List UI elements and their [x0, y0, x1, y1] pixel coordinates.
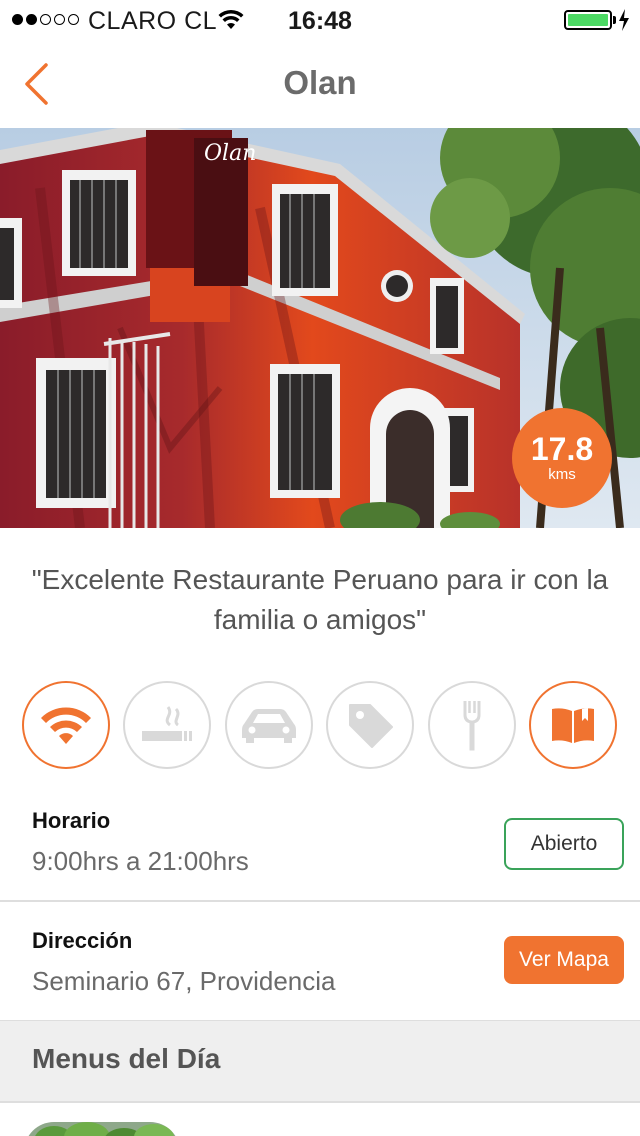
wifi-icon: [41, 707, 91, 744]
schedule-row: Horario 9:00hrs a 21:00hrs Abierto: [0, 784, 640, 902]
battery-tip: [613, 16, 616, 24]
status-bar: CLARO CL 16:48: [0, 0, 640, 40]
menus-title: Menus del Día: [32, 1043, 221, 1074]
menu-item-thumbnail[interactable]: [24, 1122, 180, 1136]
tag-icon: [349, 704, 393, 748]
status-time: 16:48: [288, 7, 352, 35]
fork-icon: [463, 701, 481, 751]
amenity-food[interactable]: [428, 681, 516, 769]
amenity-discount[interactable]: [326, 681, 414, 769]
amenity-menu[interactable]: [529, 681, 617, 769]
distance-value: 17.8: [530, 431, 594, 467]
open-status-button[interactable]: Abierto: [504, 818, 624, 870]
book-icon: [552, 708, 594, 743]
car-icon: [242, 709, 296, 743]
amenities-row: [22, 681, 618, 771]
schedule-label: Horario: [32, 808, 111, 833]
view-map-button[interactable]: Ver Mapa: [504, 936, 624, 984]
amenity-parking[interactable]: [225, 681, 313, 769]
distance-badge: 17.8 kms: [512, 408, 612, 508]
amenity-wifi[interactable]: [22, 681, 110, 769]
menus-section-header: Menus del Día: [0, 1021, 640, 1103]
address-row: Dirección Seminario 67, Providencia Ver …: [0, 904, 640, 1022]
smoking-icon: [142, 706, 192, 741]
restaurant-photo: Olan 17.8 kms: [0, 128, 640, 528]
schedule-hours: 9:00hrs a 21:00hrs: [32, 846, 249, 876]
amenity-smoking[interactable]: [123, 681, 211, 769]
address-value: Seminario 67, Providencia: [32, 966, 336, 996]
address-label: Dirección: [32, 928, 133, 953]
restaurant-quote: "Excelente Restaurante Peruano para ir c…: [31, 564, 609, 635]
charging-bolt-icon: [619, 9, 629, 31]
sign-text: Olan: [204, 141, 256, 166]
battery-icon: [564, 10, 612, 30]
navigation-bar: Olan: [0, 40, 640, 128]
page-title: Olan: [283, 64, 357, 101]
distance-unit: kms: [548, 466, 576, 483]
